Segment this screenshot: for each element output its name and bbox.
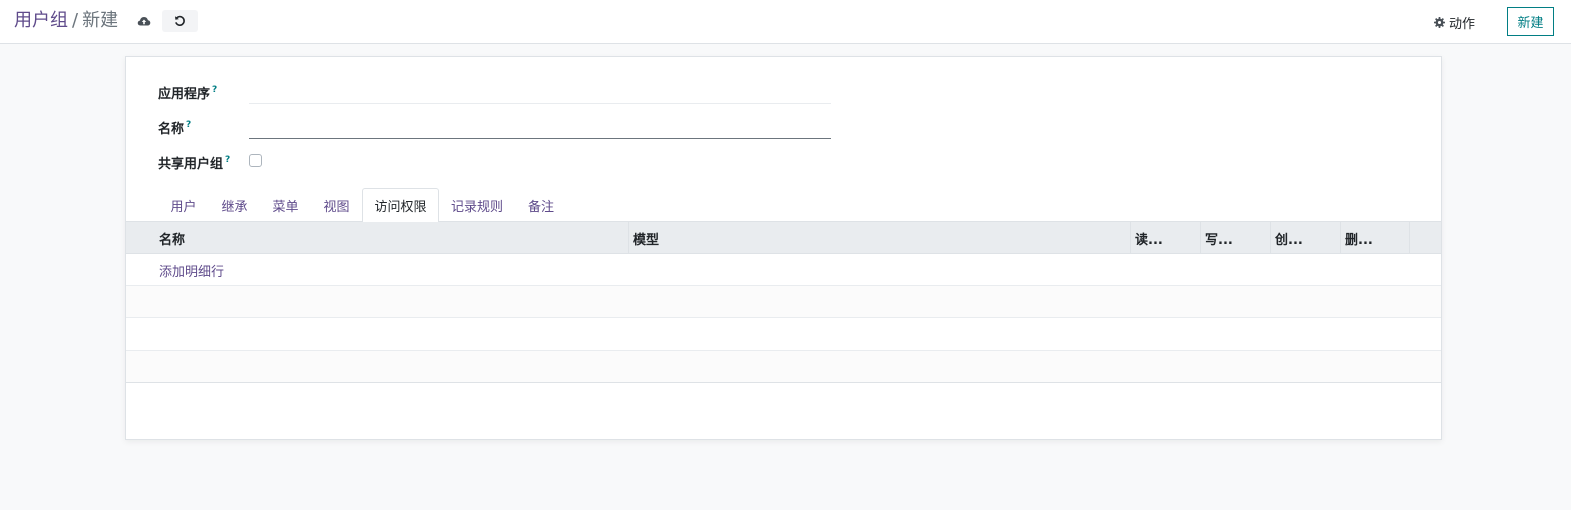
share-checkbox[interactable]: [249, 154, 262, 167]
tab-menus[interactable]: 菜单: [262, 188, 309, 222]
action-menu-button[interactable]: 动作: [1434, 11, 1475, 33]
share-field: 共享用户组?: [158, 148, 249, 176]
tab-record-rules[interactable]: 记录规则: [441, 188, 513, 222]
tab-views[interactable]: 视图: [313, 188, 360, 222]
name-field: 名称?: [158, 113, 831, 141]
help-tooltip-icon[interactable]: ?: [186, 120, 191, 130]
breadcrumb-current: 新建: [82, 10, 119, 31]
gear-icon: [1434, 16, 1445, 28]
control-panel: 用户组 / 新建 动作 新建: [0, 0, 1571, 44]
notebook-tabs: 用户 继承 菜单 视图 访问权限 记录规则 备注: [126, 188, 1441, 223]
column-header-read[interactable]: 读...: [1130, 222, 1200, 254]
breadcrumb-separator: /: [72, 10, 79, 31]
new-record-button[interactable]: 新建: [1507, 7, 1554, 36]
tab-users[interactable]: 用户: [160, 188, 207, 222]
action-menu-label: 动作: [1449, 16, 1476, 32]
cloud-upload-icon: [137, 17, 151, 26]
column-header-name[interactable]: 名称: [155, 222, 629, 254]
tab-access-rights[interactable]: 访问权限: [362, 188, 439, 223]
add-line-link[interactable]: 添加明细行: [159, 254, 224, 286]
application-label: 应用程序?: [158, 85, 218, 102]
discard-button[interactable]: [162, 10, 198, 32]
name-input[interactable]: [249, 115, 831, 139]
column-header-create[interactable]: 创...: [1270, 222, 1340, 254]
column-header-delete[interactable]: 删...: [1340, 222, 1410, 254]
table-row: [126, 351, 1441, 383]
application-input[interactable]: [249, 80, 831, 104]
column-header-write[interactable]: 写...: [1200, 222, 1270, 254]
breadcrumb-parent-link[interactable]: 用户组: [14, 10, 68, 31]
column-header-optional[interactable]: [1409, 222, 1441, 254]
undo-icon: [175, 15, 185, 26]
access-table-header: 名称 模型 读... 写... 创... 删...: [126, 222, 1441, 254]
application-field: 应用程序?: [158, 78, 831, 106]
help-tooltip-icon[interactable]: ?: [212, 85, 217, 95]
save-button[interactable]: [126, 10, 162, 32]
table-row: [126, 319, 1441, 351]
share-label: 共享用户组?: [158, 155, 231, 172]
name-label: 名称?: [158, 120, 192, 137]
table-row: [126, 286, 1441, 318]
help-tooltip-icon[interactable]: ?: [225, 155, 230, 165]
tab-inherited[interactable]: 继承: [211, 188, 258, 222]
tab-notes[interactable]: 备注: [516, 188, 566, 222]
breadcrumb: 用户组 / 新建: [14, 9, 118, 33]
table-row: 添加明细行: [126, 254, 1441, 286]
form-sheet: 应用程序? 名称? 共享用户组? 用户 继承 菜单 视图 访问权限 记录规则 备…: [125, 56, 1442, 440]
column-header-model[interactable]: 模型: [628, 222, 1130, 254]
